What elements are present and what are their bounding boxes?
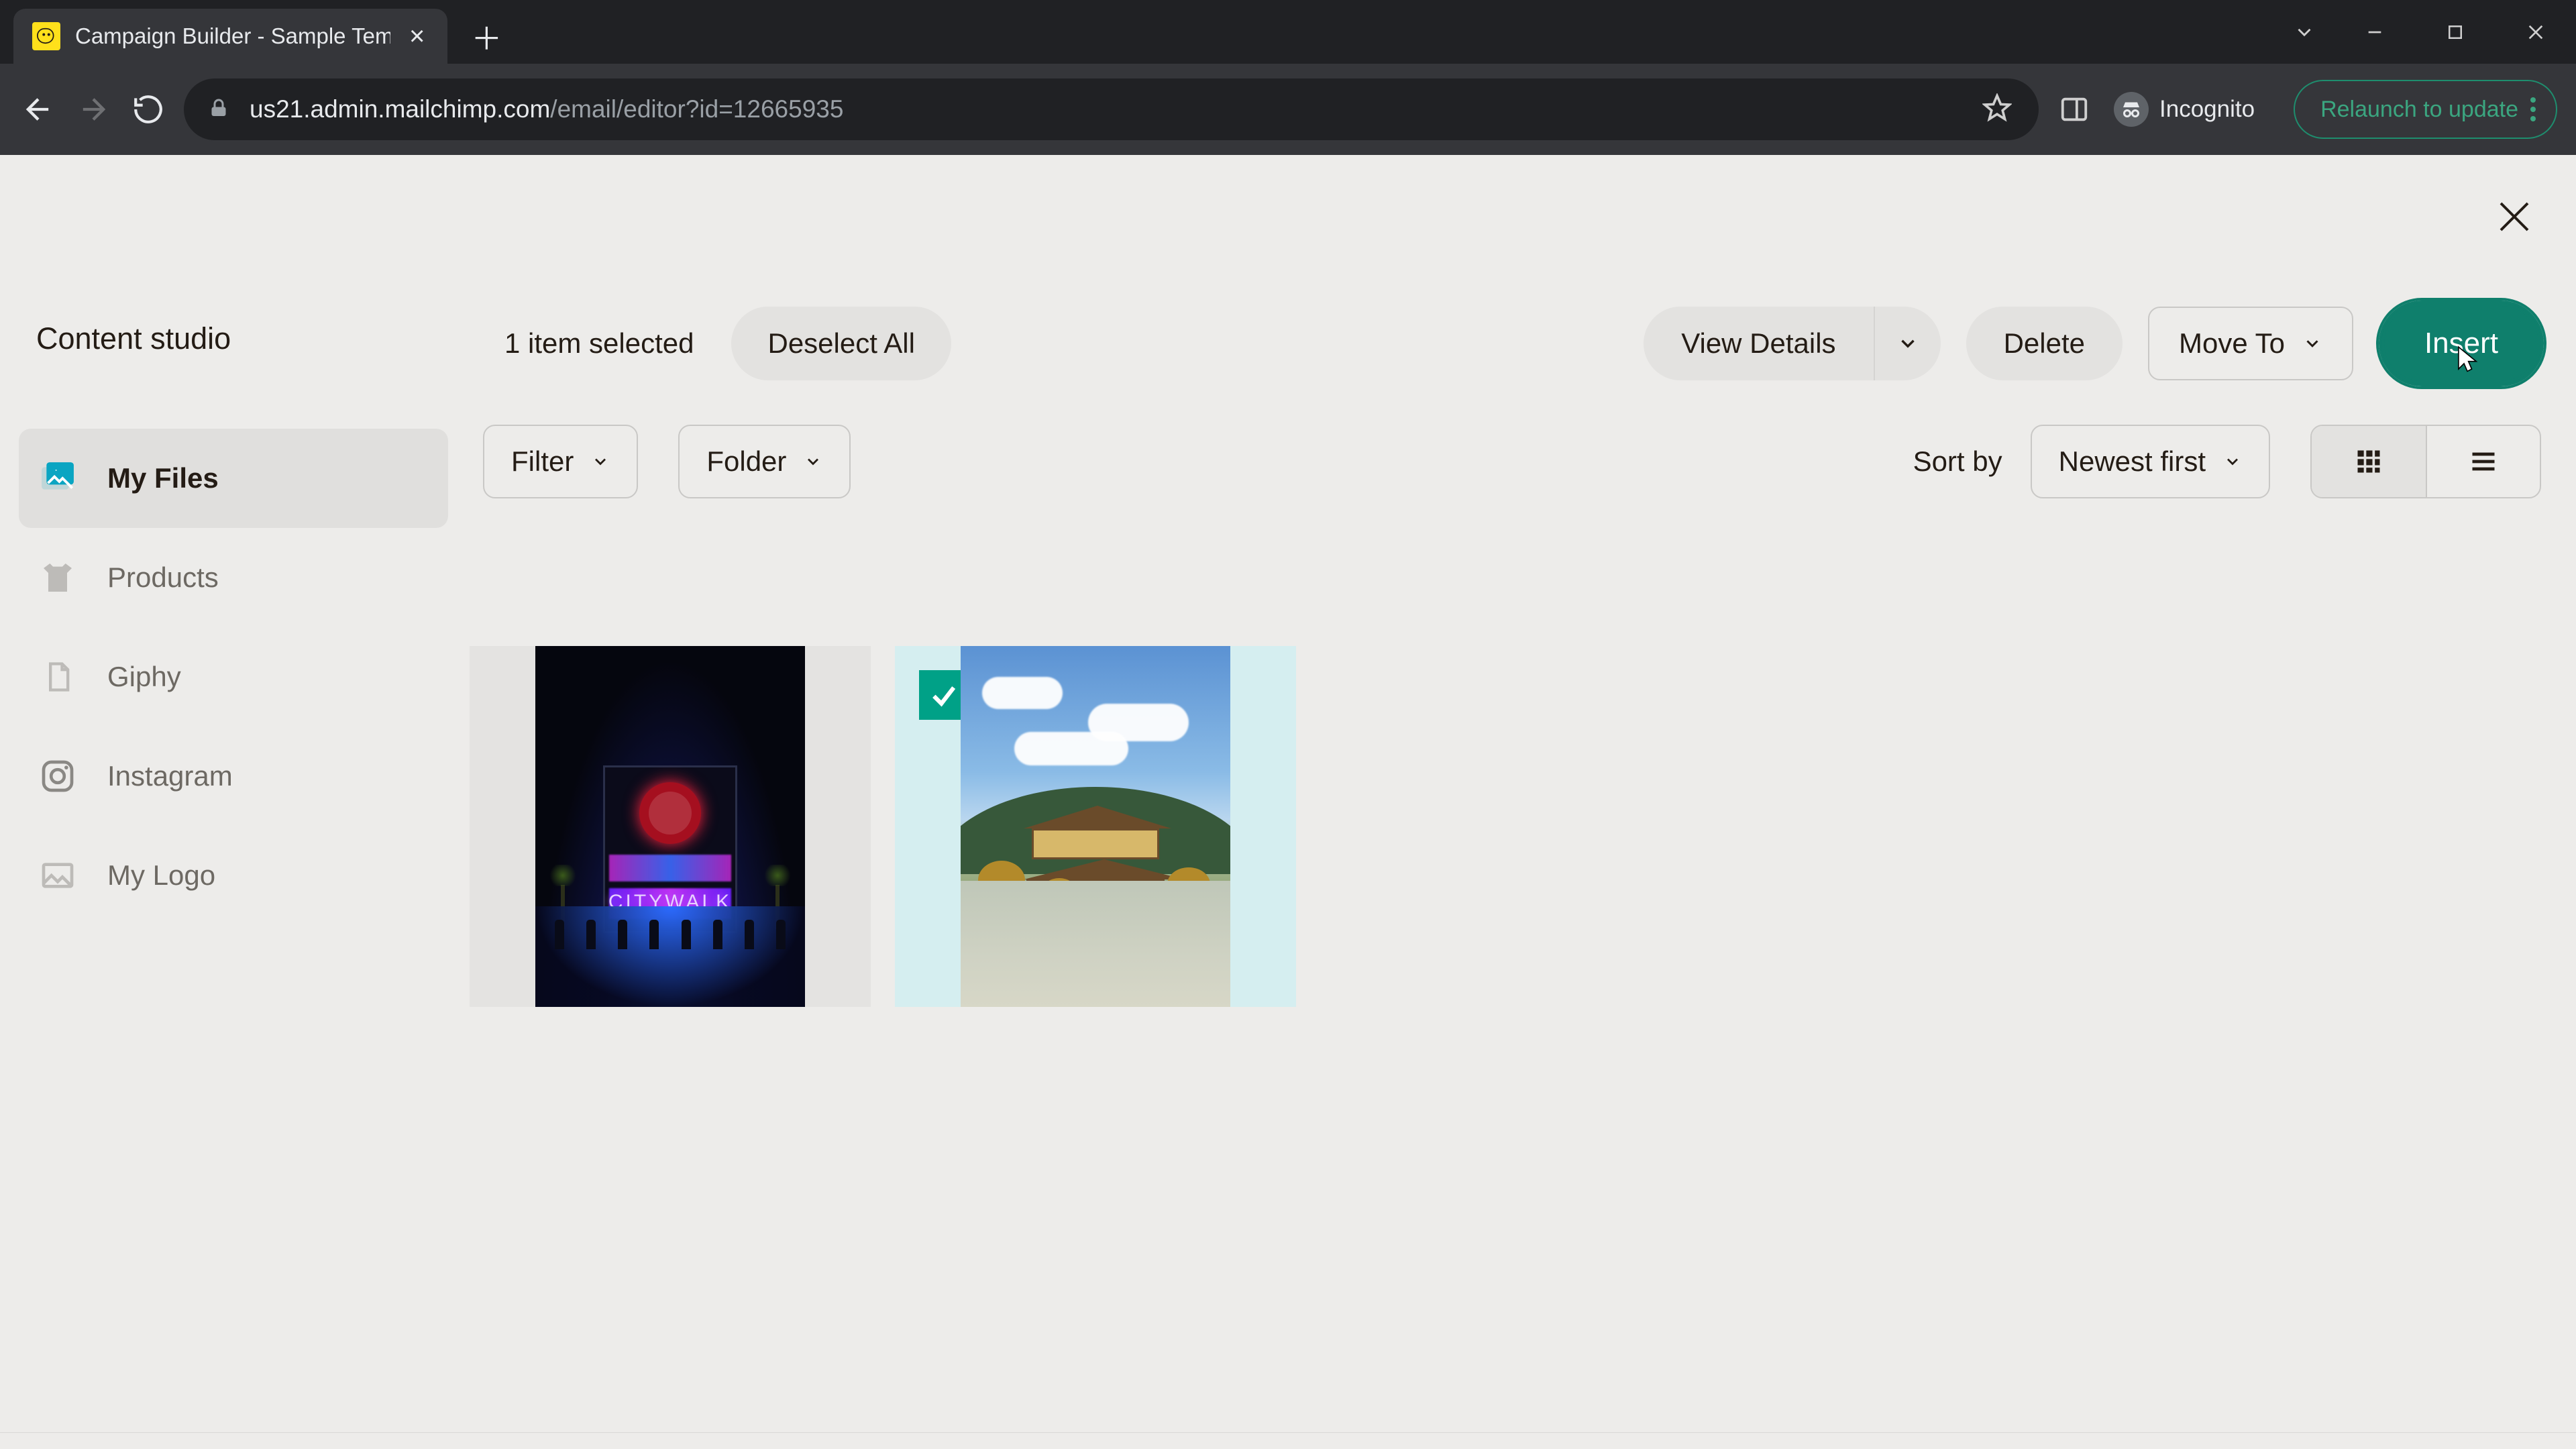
page-title: Content studio [36,321,231,356]
thumbnail-grid: CITYWALK [470,646,1296,1007]
tab-strip: Campaign Builder - Sample Tem × ＋ [0,0,2576,64]
sidebar-item-label: My Files [107,462,219,494]
url-host: us21.admin.mailchimp.com [250,95,550,123]
chevron-down-icon [804,452,822,471]
sort-by-label: Sort by [1913,445,2002,478]
sidebar-item-label: My Logo [107,859,215,892]
deselect-label: Deselect All [767,327,914,360]
shirt-icon [35,555,80,600]
list-icon [2467,447,2500,476]
tab-search-chevron-icon[interactable] [2274,0,2334,64]
chevron-down-icon [2223,452,2242,471]
sidebar-item-label: Products [107,561,219,594]
insert-label: Insert [2424,327,2498,360]
incognito-icon [2114,92,2149,127]
bookmark-star-icon[interactable] [1982,93,2012,126]
view-details-button[interactable]: View Details [1644,307,1873,380]
thumbnail-golden-pavilion[interactable] [895,646,1296,1007]
tab-title: Campaign Builder - Sample Tem [75,23,390,49]
window-close-button[interactable] [2496,0,2576,64]
sidebar-item-label: Instagram [107,760,233,792]
dialog-close-button[interactable] [2487,190,2541,244]
sidebar-item-my-files[interactable]: My Files [19,429,448,528]
window-maximize-button[interactable] [2415,0,2496,64]
folder-label: Folder [706,445,786,478]
move-to-label: Move To [2179,327,2285,360]
sort-value: Newest first [2059,445,2206,478]
thumbnail-neon-city[interactable]: CITYWALK [470,646,871,1007]
file-icon [35,654,80,700]
view-details-caret[interactable] [1874,307,1941,380]
grid-icon [2354,447,2383,476]
action-bar: 1 item selected Deselect All View Detail… [504,300,2541,387]
incognito-badge: Incognito [2114,92,2255,127]
delete-label: Delete [2004,327,2085,360]
view-details-label: View Details [1681,327,1835,360]
kebab-menu-icon[interactable] [2530,97,2536,121]
favicon-mailchimp-icon [32,22,60,50]
sidebar-item-label: Giphy [107,661,181,693]
view-toggle [2310,425,2541,498]
window-controls [2274,0,2576,64]
images-icon [35,455,80,501]
insert-button[interactable]: Insert [2381,303,2541,384]
nav-back-button[interactable] [19,90,58,129]
new-tab-button[interactable]: ＋ [466,17,506,57]
sidebar: My Files Products Giphy Instagram My Log… [19,429,448,925]
thumbnail-image: CITYWALK [535,646,805,1007]
content-studio-dialog: Content studio My Files Products Giphy I… [0,155,2576,1449]
url-path: /email/editor?id=12665935 [550,95,843,123]
grid-view-button[interactable] [2312,426,2426,497]
sidebar-item-instagram[interactable]: Instagram [19,727,448,826]
selection-count: 1 item selected [504,327,694,360]
sidebar-item-products[interactable]: Products [19,528,448,627]
image-placeholder-icon [35,853,80,898]
lock-icon [207,96,231,123]
relaunch-label: Relaunch to update [2320,97,2518,123]
browser-chrome: Campaign Builder - Sample Tem × ＋ [0,0,2576,155]
omnibox[interactable]: us21.admin.mailchimp.com/email/editor?id… [184,78,2039,140]
url-text: us21.admin.mailchimp.com/email/editor?id… [250,95,843,123]
instagram-icon [35,753,80,799]
view-details-split-button: View Details [1644,307,1940,380]
filter-dropdown[interactable]: Filter [483,425,638,498]
nav-forward-button[interactable] [74,90,113,129]
sidebar-item-giphy[interactable]: Giphy [19,627,448,727]
address-bar: us21.admin.mailchimp.com/email/editor?id… [0,64,2576,155]
incognito-label: Incognito [2159,96,2255,123]
browser-tab[interactable]: Campaign Builder - Sample Tem × [13,9,447,64]
sort-dropdown[interactable]: Newest first [2031,425,2270,498]
move-to-dropdown[interactable]: Move To [2148,307,2353,380]
tab-close-icon[interactable]: × [409,23,425,50]
sidebar-item-my-logo[interactable]: My Logo [19,826,448,925]
list-view-button[interactable] [2426,426,2540,497]
side-panel-icon[interactable] [2055,90,2094,129]
thumbnail-image [961,646,1230,1007]
filter-row: Filter Folder Sort by Newest first [483,425,2541,498]
relaunch-to-update-button[interactable]: Relaunch to update [2294,80,2557,139]
delete-button[interactable]: Delete [1966,307,2123,380]
chevron-down-icon [591,452,610,471]
window-minimize-button[interactable] [2334,0,2415,64]
filter-label: Filter [511,445,574,478]
nav-reload-button[interactable] [129,90,168,129]
folder-dropdown[interactable]: Folder [678,425,851,498]
chevron-down-icon [2302,333,2322,354]
deselect-all-button[interactable]: Deselect All [731,307,951,380]
